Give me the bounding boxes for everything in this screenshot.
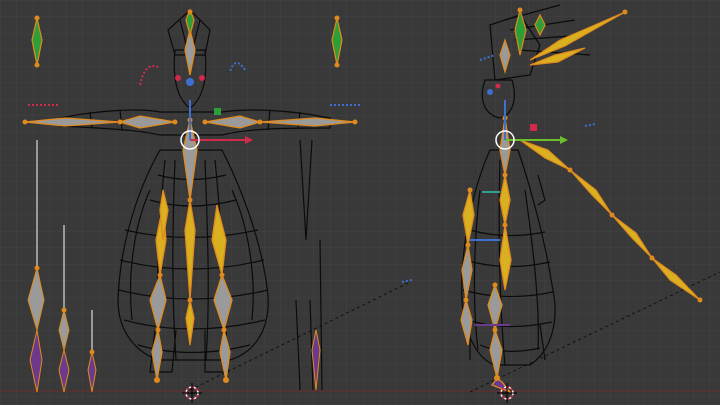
3d-viewport[interactable] — [0, 0, 720, 405]
viewport-grid — [0, 0, 720, 405]
viewport-canvas[interactable] — [0, 0, 720, 405]
